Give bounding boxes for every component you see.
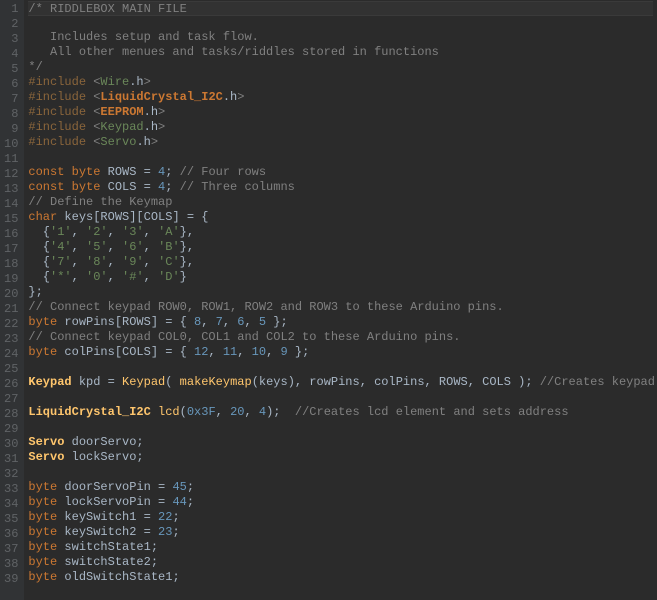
code-line[interactable]: byte oldSwitchState1; (28, 570, 653, 585)
code-line[interactable]: byte switchState2; (28, 555, 653, 570)
code-line[interactable]: byte doorServoPin = 45; (28, 480, 653, 495)
line-number: 37 (4, 542, 18, 557)
line-number: 19 (4, 272, 18, 287)
line-number: 7 (4, 92, 18, 107)
line-number: 8 (4, 107, 18, 122)
line-number: 39 (4, 572, 18, 587)
code-line[interactable] (28, 15, 653, 30)
code-line[interactable]: #include <EEPROM.h> (28, 105, 653, 120)
line-number: 13 (4, 182, 18, 197)
line-number: 28 (4, 407, 18, 422)
line-number: 14 (4, 197, 18, 212)
code-line[interactable]: Includes setup and task flow. (28, 30, 653, 45)
code-line[interactable]: LiquidCrystal_I2C lcd(0x3F, 20, 4); //Cr… (28, 405, 653, 420)
code-line[interactable]: byte rowPins[ROWS] = { 8, 7, 6, 5 }; (28, 315, 653, 330)
code-line[interactable]: // Define the Keymap (28, 195, 653, 210)
code-line[interactable]: byte keySwitch2 = 23; (28, 525, 653, 540)
code-line[interactable]: Keypad kpd = Keypad( makeKeymap(keys), r… (28, 375, 653, 390)
line-number: 9 (4, 122, 18, 137)
code-line[interactable]: {'7', '8', '9', 'C'}, (28, 255, 653, 270)
line-number: 25 (4, 362, 18, 377)
code-line[interactable]: #include <Wire.h> (28, 75, 653, 90)
line-number: 32 (4, 467, 18, 482)
code-editor[interactable]: 1234567891011121314151617181920212223242… (0, 0, 657, 600)
line-number-gutter: 1234567891011121314151617181920212223242… (0, 0, 24, 600)
line-number: 20 (4, 287, 18, 302)
line-number: 36 (4, 527, 18, 542)
code-line[interactable] (28, 390, 653, 405)
code-line[interactable]: // Connect keypad COL0, COL1 and COL2 to… (28, 330, 653, 345)
line-number: 4 (4, 47, 18, 62)
code-line[interactable]: byte colPins[COLS] = { 12, 11, 10, 9 }; (28, 345, 653, 360)
line-number: 31 (4, 452, 18, 467)
code-line[interactable]: */ (28, 60, 653, 75)
line-number: 22 (4, 317, 18, 332)
line-number: 1 (4, 2, 18, 17)
line-number: 2 (4, 17, 18, 32)
line-number: 35 (4, 512, 18, 527)
code-line[interactable]: Servo doorServo; (28, 435, 653, 450)
code-line[interactable]: #include <Keypad.h> (28, 120, 653, 135)
line-number: 10 (4, 137, 18, 152)
line-number: 17 (4, 242, 18, 257)
code-line[interactable]: const byte ROWS = 4; // Four rows (28, 165, 653, 180)
line-number: 29 (4, 422, 18, 437)
line-number: 12 (4, 167, 18, 182)
code-line[interactable]: const byte COLS = 4; // Three columns (28, 180, 653, 195)
line-number: 3 (4, 32, 18, 47)
line-number: 11 (4, 152, 18, 167)
line-number: 15 (4, 212, 18, 227)
code-line[interactable]: {'1', '2', '3', 'A'}, (28, 225, 653, 240)
code-line[interactable]: byte keySwitch1 = 22; (28, 510, 653, 525)
line-number: 30 (4, 437, 18, 452)
code-line[interactable]: Servo lockServo; (28, 450, 653, 465)
line-number: 6 (4, 77, 18, 92)
code-line[interactable] (28, 360, 653, 375)
line-number: 38 (4, 557, 18, 572)
line-number: 18 (4, 257, 18, 272)
line-number: 16 (4, 227, 18, 242)
code-line[interactable]: {'4', '5', '6', 'B'}, (28, 240, 653, 255)
line-number: 27 (4, 392, 18, 407)
code-area[interactable]: /* RIDDLEBOX MAIN FILE Includes setup an… (24, 0, 657, 600)
code-line[interactable]: #include <LiquidCrystal_I2C.h> (28, 90, 653, 105)
code-line[interactable]: /* RIDDLEBOX MAIN FILE (28, 1, 653, 16)
code-line[interactable]: #include <Servo.h> (28, 135, 653, 150)
line-number: 5 (4, 62, 18, 77)
line-number: 21 (4, 302, 18, 317)
code-line[interactable] (28, 150, 653, 165)
code-line[interactable]: byte switchState1; (28, 540, 653, 555)
code-line[interactable]: All other menues and tasks/riddles store… (28, 45, 653, 60)
line-number: 33 (4, 482, 18, 497)
code-line[interactable]: }; (28, 285, 653, 300)
code-line[interactable]: char keys[ROWS][COLS] = { (28, 210, 653, 225)
line-number: 34 (4, 497, 18, 512)
code-line[interactable]: byte lockServoPin = 44; (28, 495, 653, 510)
line-number: 24 (4, 347, 18, 362)
code-line[interactable]: // Connect keypad ROW0, ROW1, ROW2 and R… (28, 300, 653, 315)
line-number: 23 (4, 332, 18, 347)
code-line[interactable] (28, 465, 653, 480)
line-number: 26 (4, 377, 18, 392)
code-line[interactable] (28, 420, 653, 435)
code-line[interactable]: {'*', '0', '#', 'D'} (28, 270, 653, 285)
